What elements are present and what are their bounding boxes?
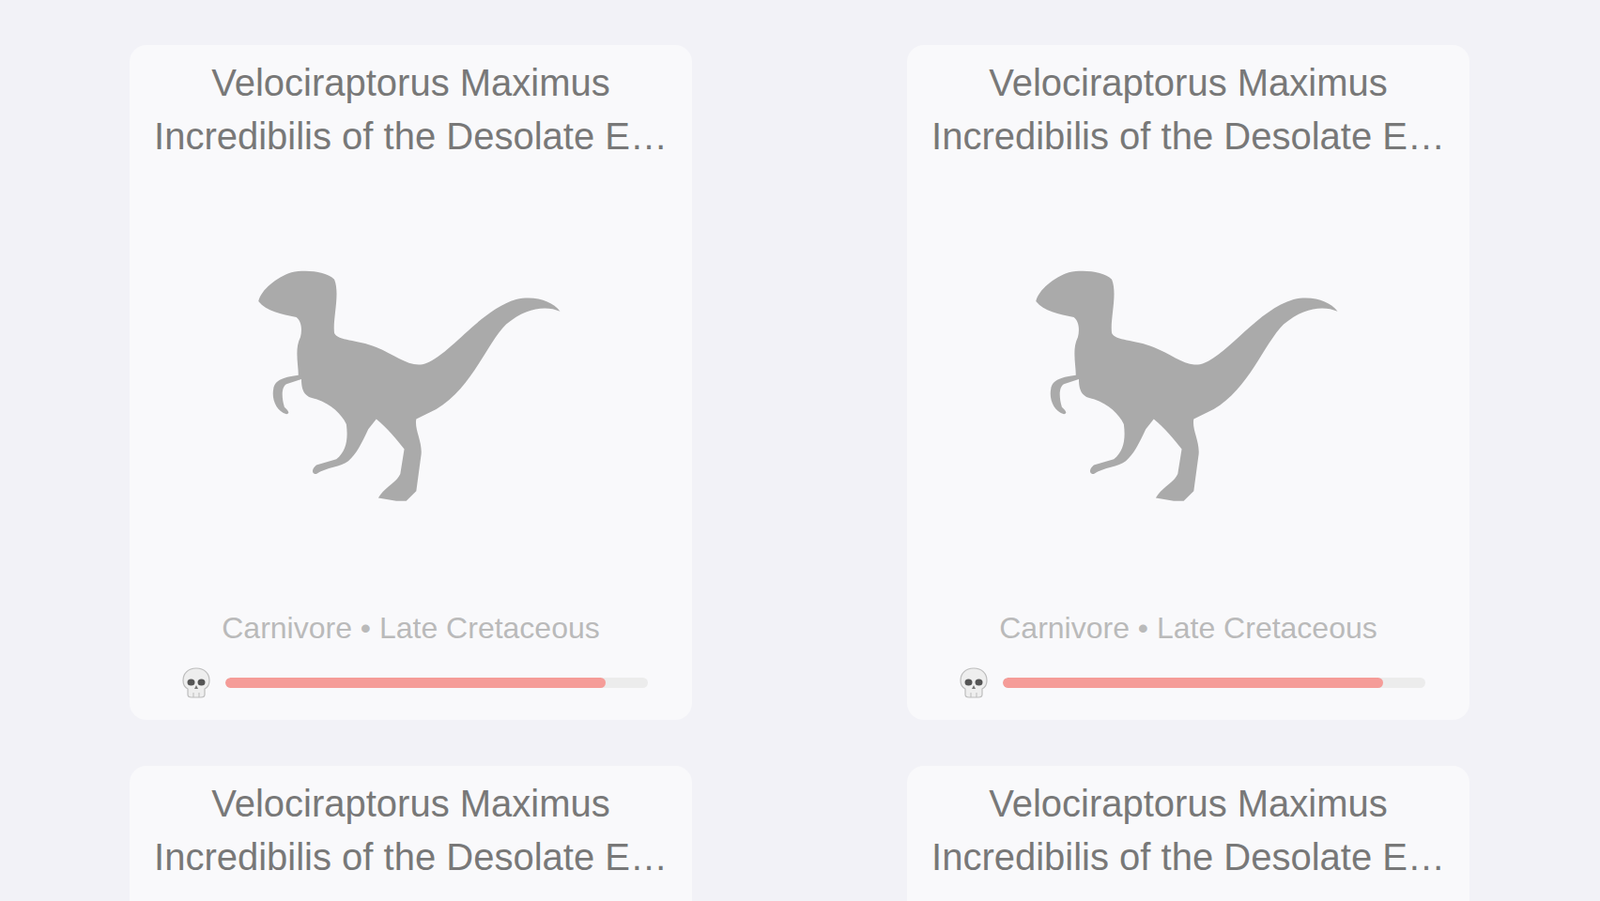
card-art	[129, 163, 693, 610]
card-title: Velociraptorus Maximus Incredibilis of t…	[907, 45, 1470, 164]
dinosaur-card[interactable]: Velociraptorus Maximus Incredibilis of t…	[907, 45, 1470, 721]
card-art	[907, 163, 1470, 610]
skull-icon	[179, 665, 214, 700]
card-art	[129, 884, 693, 901]
dinosaur-card[interactable]: Velociraptorus Maximus Incredibilis of t…	[129, 766, 693, 901]
dinosaur-card[interactable]: Velociraptorus Maximus Incredibilis of t…	[907, 766, 1470, 901]
raptor-icon	[1033, 269, 1344, 505]
danger-bar-fill	[1002, 677, 1384, 689]
card-meta: Carnivore • Late Cretaceous	[907, 609, 1470, 647]
raptor-icon	[256, 269, 567, 505]
dinosaur-card[interactable]: Velociraptorus Maximus Incredibilis of t…	[129, 45, 693, 721]
card-art	[907, 884, 1470, 901]
card-title: Velociraptorus Maximus Incredibilis of t…	[129, 45, 693, 164]
danger-bar	[225, 677, 648, 689]
card-meta: Carnivore • Late Cretaceous	[129, 609, 693, 647]
danger-bar-fill	[225, 677, 606, 689]
card-title: Velociraptorus Maximus Incredibilis of t…	[907, 766, 1470, 885]
danger-bar	[1002, 677, 1426, 689]
skull-icon	[956, 665, 991, 700]
danger-row	[907, 665, 1470, 700]
card-title: Velociraptorus Maximus Incredibilis of t…	[129, 766, 693, 885]
dinosaur-grid: Velociraptorus Maximus Incredibilis of t…	[0, 0, 1600, 901]
danger-row	[129, 665, 693, 700]
